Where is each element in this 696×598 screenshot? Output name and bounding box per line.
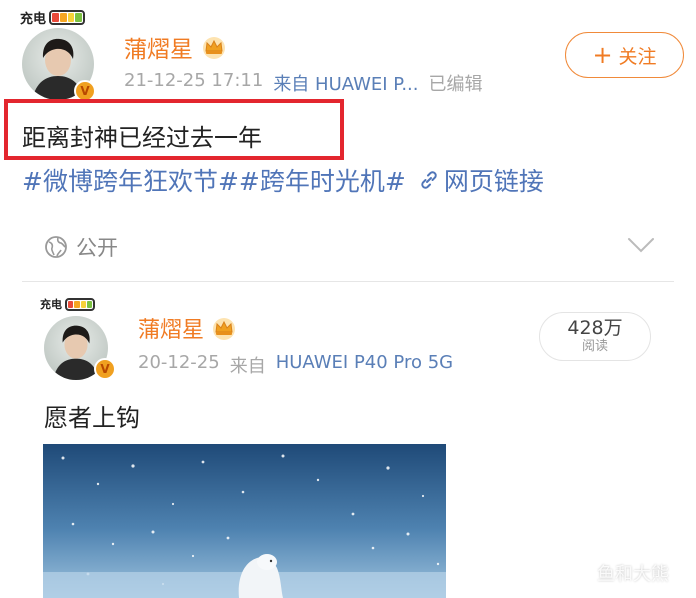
repost-author-avatar[interactable]: V xyxy=(44,316,116,382)
post-date: 21-12-25 17:11 xyxy=(124,70,264,91)
repost-author-name-row[interactable]: 蒲熠星 xyxy=(138,312,237,344)
view-count-badge: 428万 阅读 xyxy=(539,312,651,361)
follow-button[interactable]: + 关注 xyxy=(565,32,684,78)
repost-meta: 20-12-25 来自 HUAWEI P40 Pro 5G xyxy=(138,352,453,378)
plus-icon: + xyxy=(592,41,613,69)
crown-icon xyxy=(203,37,225,59)
charging-label: 充电 xyxy=(20,12,47,27)
crown-icon xyxy=(213,318,236,340)
visibility-label: 公开 xyxy=(76,236,118,260)
snow-scene-image xyxy=(43,444,446,598)
author-name-row[interactable]: 蒲熠星 xyxy=(124,30,227,64)
repost-author-name[interactable]: 蒲熠星 xyxy=(138,312,204,344)
visibility-selector[interactable]: 公开 xyxy=(44,232,118,262)
divider xyxy=(22,281,674,282)
edited-label[interactable]: 已编辑 xyxy=(429,70,483,96)
post-tags: #微博跨年狂欢节# #跨年时光机# 网页链接 xyxy=(22,162,544,198)
chevron-down-icon[interactable] xyxy=(626,236,656,254)
repost-source[interactable]: HUAWEI P40 Pro 5G xyxy=(276,352,453,378)
battery-icon xyxy=(49,10,86,25)
repost-video-thumbnail[interactable] xyxy=(43,444,446,598)
post-meta: 21-12-25 17:11 来自 HUAWEI P... 已编辑 xyxy=(124,70,483,96)
web-link[interactable]: 网页链接 xyxy=(444,162,544,198)
follow-label: 关注 xyxy=(618,45,657,68)
watermark-text: 鱼和大熊 xyxy=(597,564,669,585)
author-name[interactable]: 蒲熠星 xyxy=(124,30,193,64)
globe-icon xyxy=(45,236,67,258)
verified-badge: V xyxy=(94,358,116,380)
repost-charging-label: 充电 xyxy=(40,298,62,311)
hashtag-1[interactable]: #微博跨年狂欢节# xyxy=(22,162,239,198)
repost-charging-badge: 充电 xyxy=(40,296,95,312)
repost-source-prefix: 来自 xyxy=(229,356,266,377)
view-count: 428万 xyxy=(567,317,623,340)
repost-text: 愿者上钩 xyxy=(44,404,140,432)
hashtag-2[interactable]: #跨年时光机# xyxy=(239,162,406,198)
post-source[interactable]: 来自 HUAWEI P... xyxy=(273,70,418,96)
highlight-annotation xyxy=(4,99,344,160)
charging-badge: 充电 xyxy=(20,8,86,27)
author-avatar[interactable]: V xyxy=(22,28,98,104)
view-count-label: 阅读 xyxy=(581,339,608,355)
battery-icon xyxy=(65,297,95,311)
repost-date: 20-12-25 xyxy=(138,352,220,373)
link-icon xyxy=(418,169,440,191)
